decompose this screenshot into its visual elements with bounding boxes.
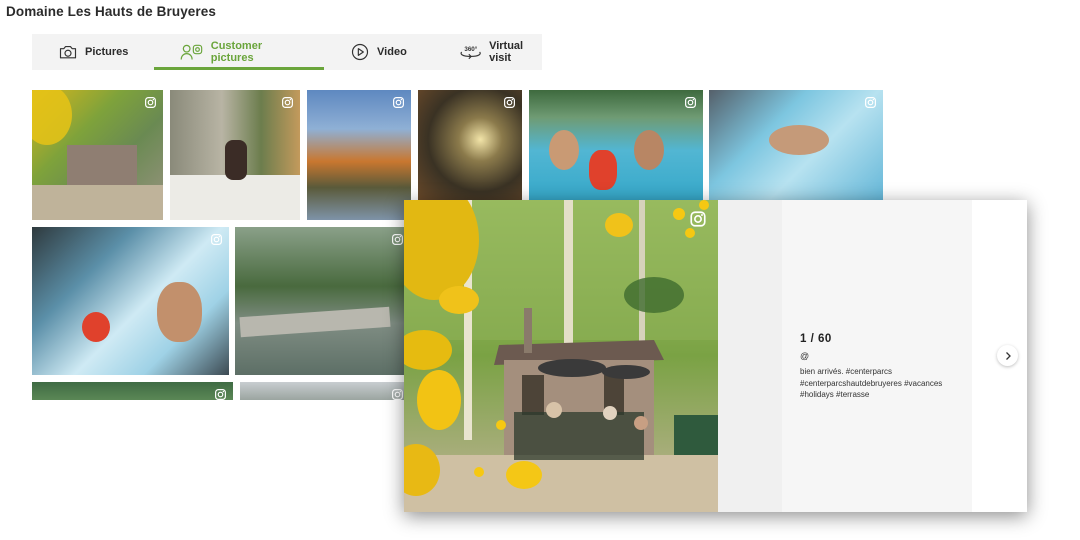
gallery-thumbnail[interactable] bbox=[170, 90, 300, 220]
media-tabs: Pictures Customer pictures Video 360° Vi… bbox=[32, 34, 542, 70]
instagram-icon bbox=[864, 96, 877, 109]
lightbox-caption-margin bbox=[718, 200, 782, 512]
tab-virtual-visit-label: Virtual visit bbox=[489, 40, 524, 64]
camera-icon bbox=[59, 46, 77, 59]
user-instagram-icon bbox=[181, 44, 203, 60]
instagram-icon bbox=[689, 210, 707, 228]
lightbox-handle[interactable]: @ bbox=[800, 351, 809, 361]
gallery-cutoff bbox=[0, 400, 410, 540]
next-button[interactable] bbox=[997, 345, 1018, 366]
page-title: Domaine Les Hauts de Bruyeres bbox=[6, 4, 216, 19]
instagram-icon bbox=[503, 96, 516, 109]
lightbox-caption-text: bien arrivés. #centerparcs #centerparcsh… bbox=[800, 367, 943, 399]
lightbox-photo bbox=[404, 200, 718, 512]
lightbox-dialog: 1 / 60 @ bien arrivés. #centerparcs #cen… bbox=[404, 200, 1027, 512]
cottage-photo bbox=[404, 200, 718, 512]
gallery-thumbnail[interactable] bbox=[418, 90, 522, 200]
gallery-thumbnail[interactable] bbox=[32, 90, 163, 220]
gallery-thumbnail[interactable] bbox=[32, 227, 229, 375]
instagram-icon bbox=[210, 233, 223, 246]
tab-video[interactable]: Video bbox=[350, 34, 407, 70]
tab-customer-pictures[interactable]: Customer pictures bbox=[154, 34, 324, 70]
gallery-thumbnail[interactable] bbox=[235, 227, 410, 375]
tab-pictures-label: Pictures bbox=[85, 46, 129, 58]
360-icon: 360° bbox=[460, 46, 481, 60]
tab-video-label: Video bbox=[377, 46, 407, 58]
svg-text:360°: 360° bbox=[464, 46, 477, 53]
gallery-thumbnail[interactable] bbox=[307, 90, 411, 220]
instagram-icon bbox=[684, 96, 697, 109]
lightbox-caption-panel bbox=[782, 200, 972, 512]
chevron-right-icon bbox=[1005, 351, 1011, 360]
instagram-icon bbox=[144, 96, 157, 109]
tab-pictures[interactable]: Pictures bbox=[58, 34, 128, 70]
gallery-thumbnail[interactable] bbox=[529, 90, 703, 200]
instagram-icon bbox=[392, 96, 405, 109]
lightbox-counter: 1 / 60 bbox=[800, 333, 832, 345]
play-icon bbox=[351, 43, 369, 61]
instagram-icon bbox=[281, 96, 294, 109]
gallery-thumbnail[interactable] bbox=[709, 90, 883, 200]
instagram-icon bbox=[391, 233, 404, 246]
tab-virtual-visit[interactable]: 360° Virtual visit bbox=[459, 34, 542, 70]
tab-customer-pictures-label: Customer pictures bbox=[210, 40, 263, 64]
